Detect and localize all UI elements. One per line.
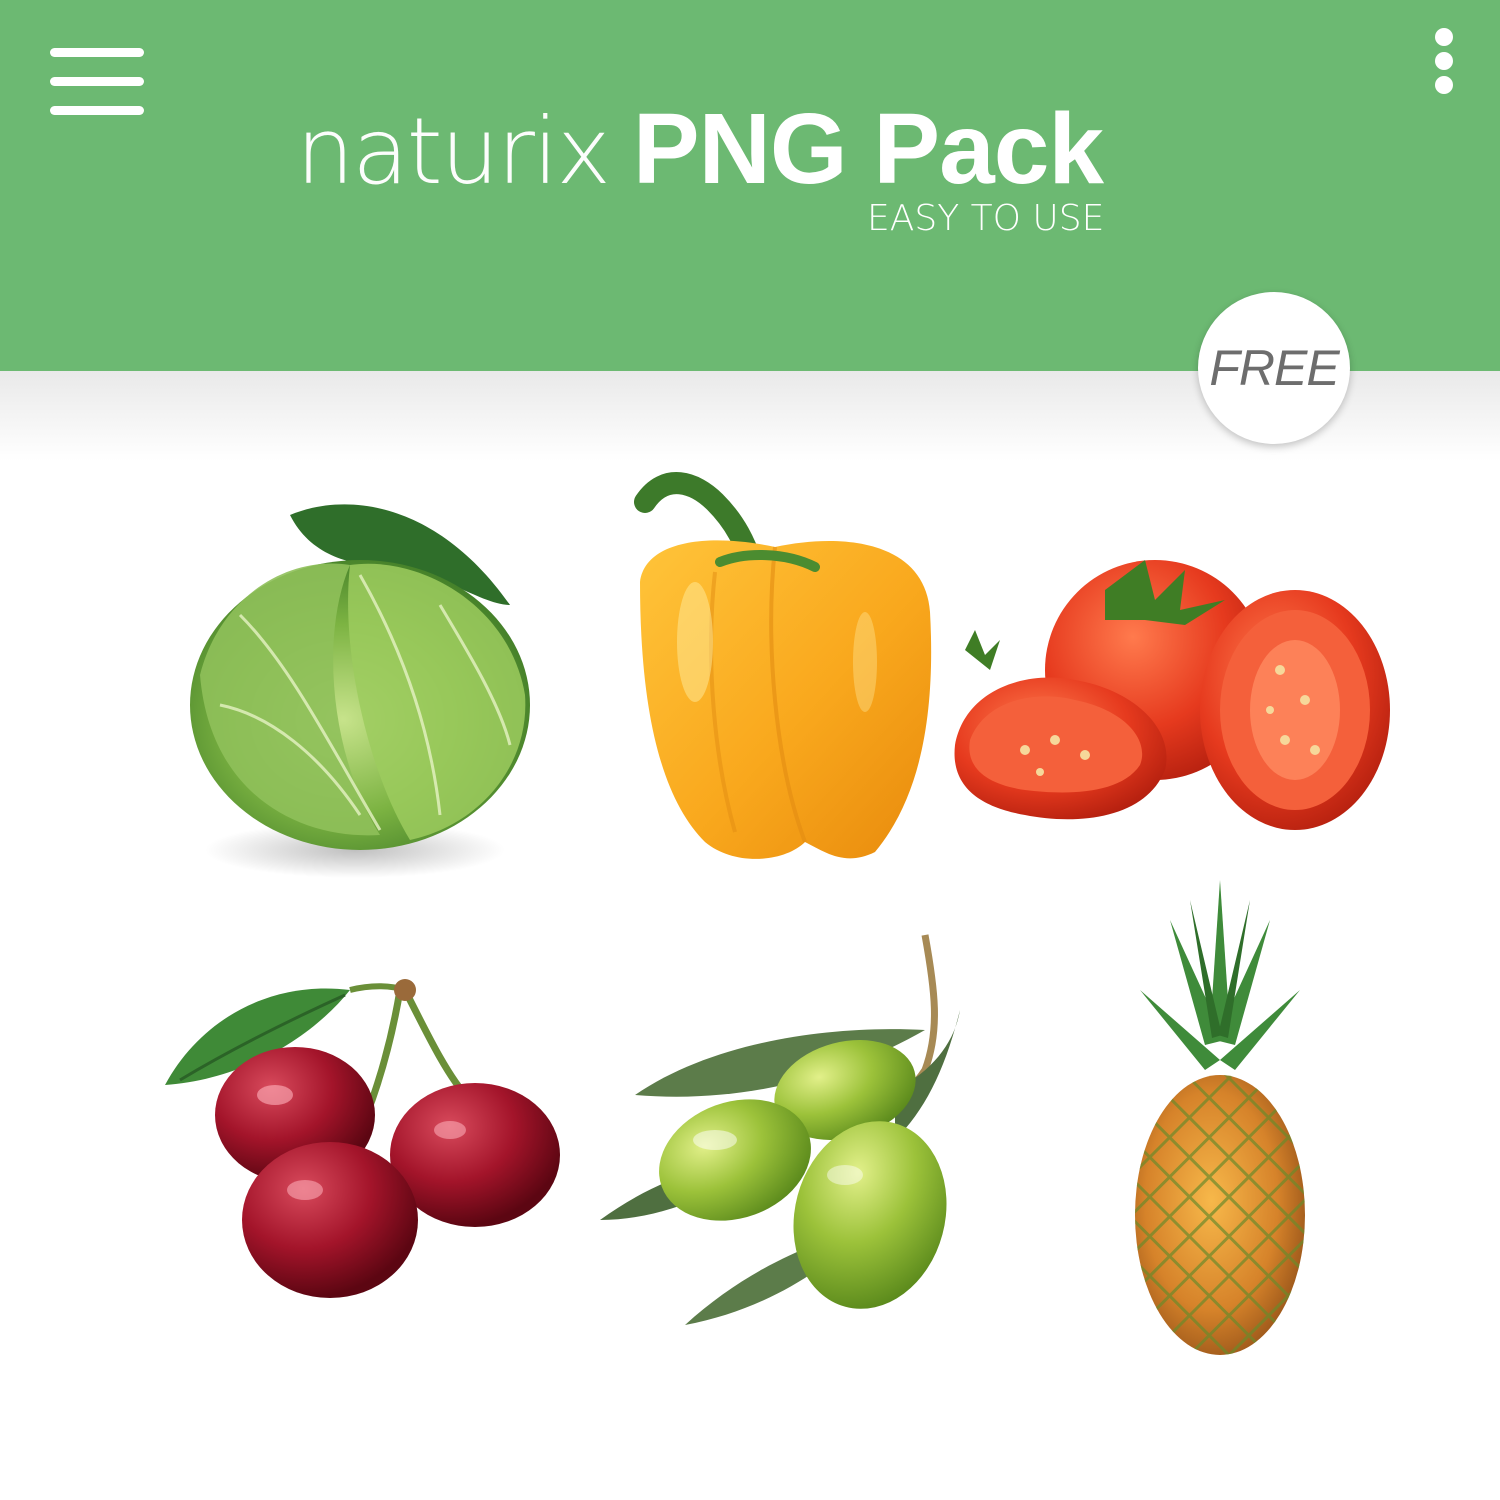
more-vertical-icon[interactable] [1430,28,1458,98]
tomatoes-image[interactable] [945,550,1405,835]
yellow-bell-pepper-image[interactable] [625,462,935,867]
cherries-image[interactable] [160,970,565,1320]
hamburger-menu-icon[interactable] [50,48,144,116]
app-title-bold: PNG Pack [632,93,1104,205]
app-title-light: naturix [296,98,611,205]
pineapple-image[interactable] [1130,880,1310,1360]
app-title: naturix PNG Pack [296,92,1104,205]
free-badge-button[interactable]: FREE [1198,292,1350,444]
green-olives-image[interactable] [595,930,970,1330]
tagline: EASY TO USE [867,198,1105,239]
free-badge-label: FREE [1209,340,1339,396]
cabbage-image[interactable] [180,495,540,885]
